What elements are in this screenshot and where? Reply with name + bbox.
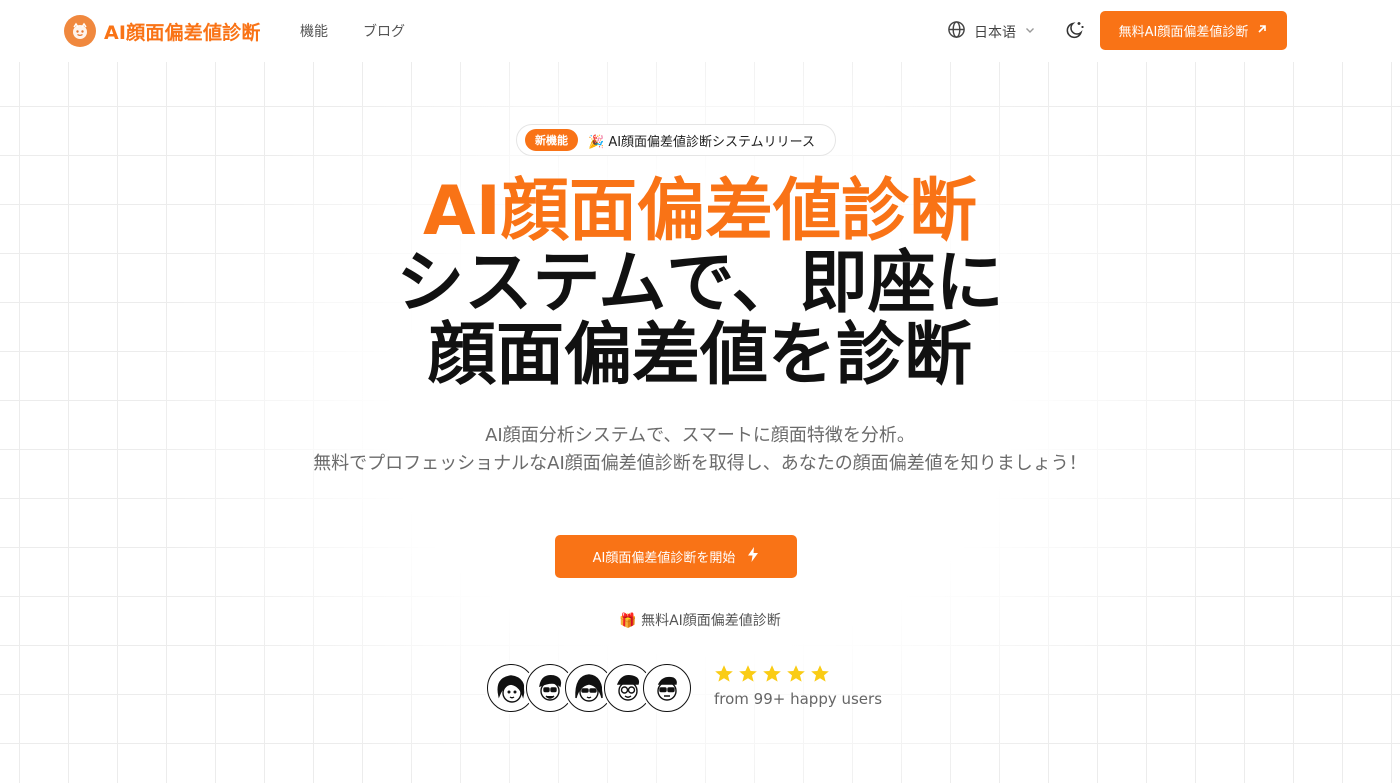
- new-feature-badge[interactable]: 新機能 🎉 AI顔面偏差値診断システムリリース: [516, 124, 836, 156]
- star-icon: [763, 665, 781, 682]
- theme-toggle-moon-icon[interactable]: [1064, 19, 1086, 41]
- globe-icon: [947, 20, 966, 43]
- logo-face-icon: [64, 15, 96, 47]
- hero-subtitle-line-1: AI顔面分析システムで、スマートに顔面特徴を分析。: [485, 425, 915, 446]
- star-rating: [714, 664, 882, 684]
- lightning-icon: [747, 547, 759, 566]
- hero-title-line-3: 顔面偏差値を診断: [427, 316, 972, 395]
- user-avatar-group: [487, 664, 691, 712]
- start-diagnosis-label: AI顔面偏差値診断を開始: [592, 551, 736, 566]
- site-header: AI顔面偏差値診断 機能 ブログ 日本语 無料AI顔面偏差値診断: [0, 0, 1400, 62]
- star-icon: [715, 665, 733, 682]
- user-rating: from 99+ happy users: [714, 664, 882, 708]
- hero-title-line-2: システムで、即座に: [396, 244, 1004, 323]
- arrow-up-right-icon: [1256, 23, 1268, 39]
- chevron-down-icon: [1024, 24, 1036, 40]
- new-feature-tag: 新機能: [525, 129, 578, 151]
- start-diagnosis-button[interactable]: AI顔面偏差値診断を開始: [555, 535, 797, 578]
- brand-logo[interactable]: AI顔面偏差値診断: [64, 14, 261, 48]
- brand-name: AI顔面偏差値診断: [104, 21, 261, 44]
- header-free-diagnosis-button[interactable]: 無料AI顔面偏差値診断: [1100, 11, 1287, 50]
- nav-item-features[interactable]: 機能: [300, 21, 328, 41]
- hero-subtitle-line-2: 無料でプロフェッショナルなAI顔面偏差値診断を取得し、あなたの顔面偏差値を知りま…: [313, 453, 1087, 474]
- avatar: [643, 664, 691, 712]
- star-icon: [787, 665, 805, 682]
- nav-item-blog[interactable]: ブログ: [363, 21, 405, 41]
- language-label: 日本语: [974, 24, 1016, 41]
- rating-text: from 99+ happy users: [714, 690, 883, 708]
- hero-title-accent: AI顔面偏差値診断: [423, 172, 977, 251]
- header-cta-label: 無料AI顔面偏差値診断: [1118, 25, 1249, 40]
- hero-subtitle: AI顔面分析システムで、スマートに顔面特徴を分析。 無料でプロフェッショナルなA…: [290, 422, 1110, 478]
- language-selector[interactable]: 日本语: [947, 20, 1036, 43]
- hero-title: AI顔面偏差値診断 システムで、即座に 顔面偏差値を診断: [0, 176, 1400, 392]
- new-feature-text: 🎉 AI顔面偏差値診断システムリリース: [588, 134, 816, 150]
- star-icon: [811, 665, 829, 682]
- free-diagnosis-note: 🎁 無料AI顔面偏差値診断: [619, 613, 781, 629]
- star-icon: [739, 665, 757, 682]
